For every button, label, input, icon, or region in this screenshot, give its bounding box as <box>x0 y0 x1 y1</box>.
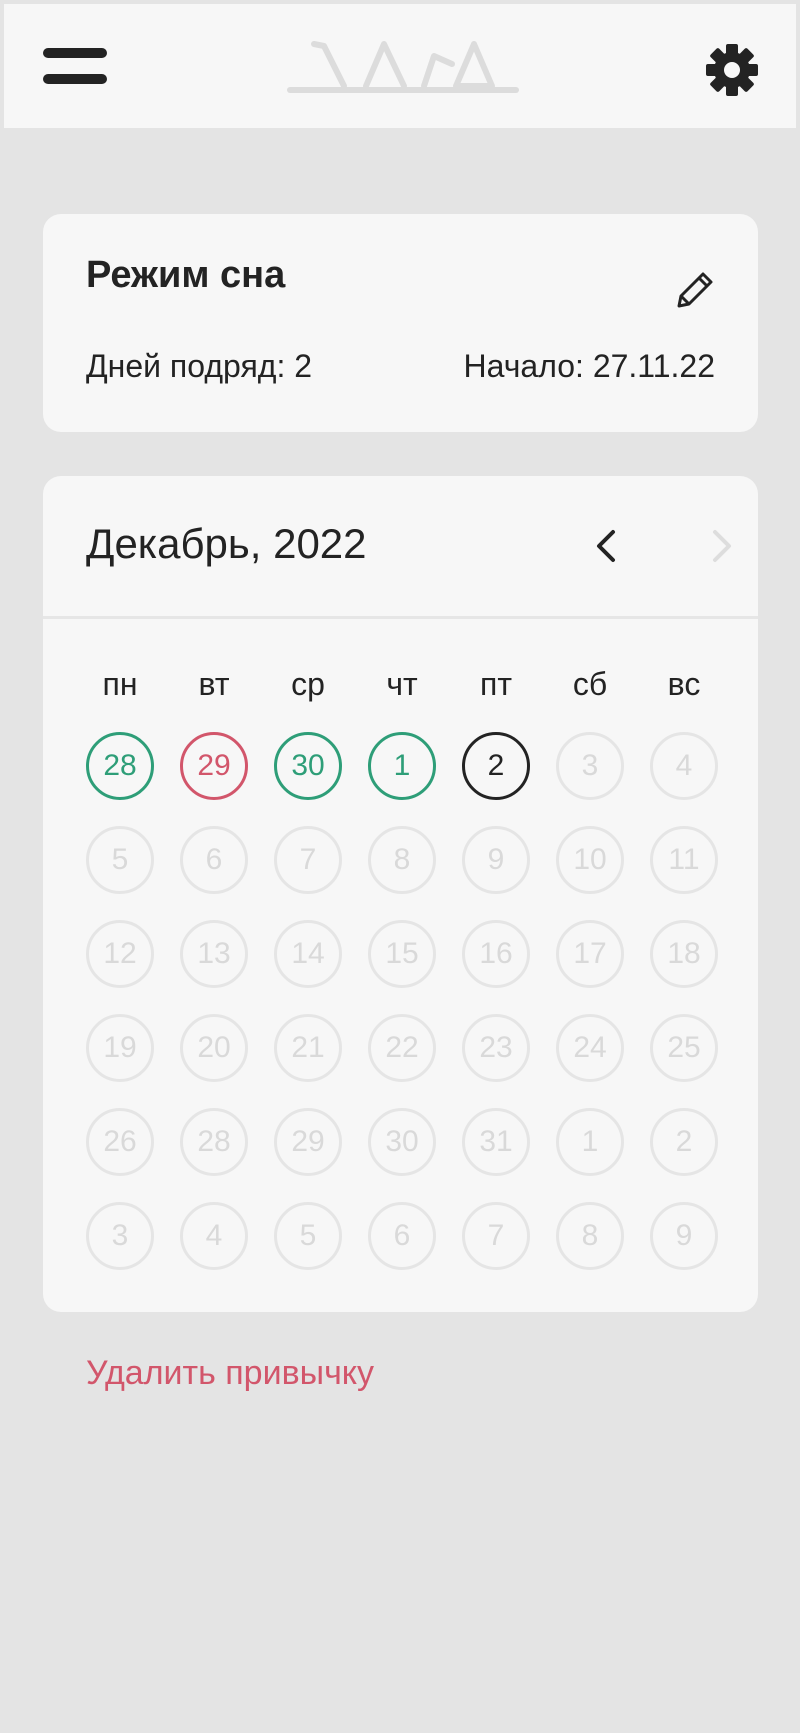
calendar-day-inactive[interactable]: 29 <box>274 1108 342 1176</box>
calendar-day-inactive[interactable]: 24 <box>556 1014 624 1082</box>
chevron-left-icon <box>597 530 615 562</box>
calendar-day-inactive[interactable]: 7 <box>462 1202 530 1270</box>
calendar-day-today[interactable]: 2 <box>462 732 530 800</box>
habit-title: Режим сна <box>86 254 286 296</box>
calendar-day-inactive[interactable]: 25 <box>650 1014 718 1082</box>
calendar-day-done[interactable]: 28 <box>86 732 154 800</box>
weekday-header: пн вт ср чт пт сб вс <box>86 666 744 706</box>
streak-count: Дней подряд: 2 <box>86 348 313 384</box>
calendar-day-inactive[interactable]: 17 <box>556 920 624 988</box>
calendar-day-inactive[interactable]: 10 <box>556 826 624 894</box>
calendar-day-inactive[interactable]: 26 <box>86 1108 154 1176</box>
calendar-day-inactive[interactable]: 8 <box>368 826 436 894</box>
calendar-day-inactive[interactable]: 4 <box>650 732 718 800</box>
calendar-day-inactive[interactable]: 9 <box>462 826 530 894</box>
weekday-label: пн <box>102 666 138 702</box>
next-month-button[interactable] <box>695 520 747 572</box>
calendar-day-inactive[interactable]: 2 <box>650 1108 718 1176</box>
settings-button[interactable] <box>704 42 760 98</box>
calendar-day-inactive[interactable]: 1 <box>556 1108 624 1176</box>
calendar-day-inactive[interactable]: 3 <box>556 732 624 800</box>
weekday-label: ср <box>291 666 325 702</box>
calendar-card: Декабрь, 2022 пн вт ср чт пт сб вс 28 29 3… <box>43 476 758 1312</box>
calendar-day-inactive[interactable]: 19 <box>86 1014 154 1082</box>
weekday-label: вт <box>198 666 230 702</box>
calendar-day-inactive[interactable]: 4 <box>180 1202 248 1270</box>
calendar-day-inactive[interactable]: 31 <box>462 1108 530 1176</box>
calendar-day-done[interactable]: 30 <box>274 732 342 800</box>
weekday-label: вс <box>667 666 701 702</box>
weekday-label: чт <box>386 666 418 702</box>
calendar-day-inactive[interactable]: 6 <box>368 1202 436 1270</box>
calendar-day-missed[interactable]: 29 <box>180 732 248 800</box>
calendar-day-inactive[interactable]: 15 <box>368 920 436 988</box>
calendar-day-inactive[interactable]: 18 <box>650 920 718 988</box>
top-app-bar <box>4 4 796 128</box>
calendar-day-inactive[interactable]: 5 <box>86 826 154 894</box>
calendar-day-inactive[interactable]: 16 <box>462 920 530 988</box>
calendar-divider <box>43 616 758 619</box>
month-title: Декабрь, 2022 <box>86 520 367 567</box>
pencil-icon <box>677 272 713 308</box>
weekday-label: сб <box>572 666 608 702</box>
calendar-day-inactive[interactable]: 28 <box>180 1108 248 1176</box>
weekday-label: пт <box>480 666 512 702</box>
start-date: Начало: 27.11.22 <box>463 348 715 384</box>
calendar-day-inactive[interactable]: 14 <box>274 920 342 988</box>
prev-month-button[interactable] <box>581 520 633 572</box>
calendar-day-inactive[interactable]: 12 <box>86 920 154 988</box>
calendar-day-inactive[interactable]: 23 <box>462 1014 530 1082</box>
calendar-day-done[interactable]: 1 <box>368 732 436 800</box>
delete-habit-button[interactable]: Удалить привычку <box>86 1354 374 1393</box>
calendar-day-inactive[interactable]: 20 <box>180 1014 248 1082</box>
calendar-day-inactive[interactable]: 13 <box>180 920 248 988</box>
chevron-right-icon <box>713 530 731 562</box>
edit-habit-button[interactable] <box>673 268 717 312</box>
calendar-day-inactive[interactable]: 21 <box>274 1014 342 1082</box>
app-logo <box>287 41 519 93</box>
habit-summary-card: Режим сна Дней подряд: 2 Начало: 27.11.2… <box>43 214 758 432</box>
calendar-day-inactive[interactable]: 6 <box>180 826 248 894</box>
calendar-day-inactive[interactable]: 22 <box>368 1014 436 1082</box>
calendar-day-inactive[interactable]: 8 <box>556 1202 624 1270</box>
calendar-day-inactive[interactable]: 9 <box>650 1202 718 1270</box>
menu-button[interactable] <box>43 48 113 88</box>
gear-icon <box>706 44 758 96</box>
calendar-day-inactive[interactable]: 11 <box>650 826 718 894</box>
calendar-day-inactive[interactable]: 5 <box>274 1202 342 1270</box>
calendar-day-inactive[interactable]: 3 <box>86 1202 154 1270</box>
calendar-day-inactive[interactable]: 30 <box>368 1108 436 1176</box>
calendar-day-inactive[interactable]: 7 <box>274 826 342 894</box>
